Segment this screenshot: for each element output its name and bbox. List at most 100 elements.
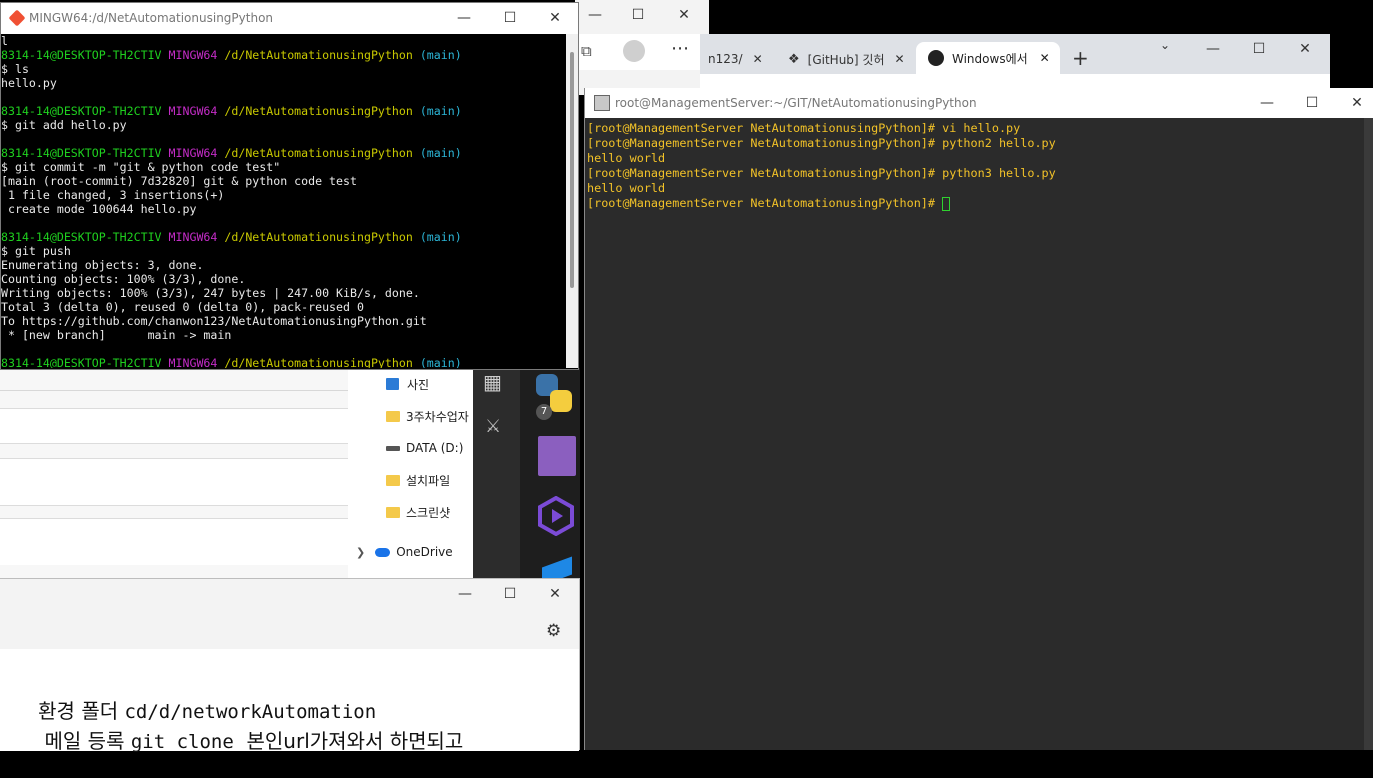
nav-item-folder-week3[interactable]: 3주차수업자 bbox=[348, 402, 473, 430]
nav-item-label: 설치파일 bbox=[406, 473, 451, 488]
terminal-text: 1 file changed, 3 insertions(+) bbox=[1, 188, 225, 202]
gear-icon[interactable]: ⚙ bbox=[546, 621, 561, 641]
terminal-line: $ git push bbox=[1, 244, 566, 258]
terminal-text: /d/NetAutomationusingPython bbox=[224, 104, 420, 118]
terminal-text: [main (root-commit) 7d32820] git & pytho… bbox=[1, 174, 357, 188]
terminal-text: MINGW64 bbox=[168, 356, 225, 368]
nav-item-folder-install[interactable]: 설치파일 bbox=[348, 466, 473, 494]
edge-maximize-button[interactable]: ☐ bbox=[617, 0, 659, 30]
maximize-button[interactable]: ☐ bbox=[487, 579, 533, 609]
terminal-text: MINGW64 bbox=[168, 230, 225, 244]
tab-favicon-icon: ❖ bbox=[788, 51, 800, 67]
more-menu-icon[interactable]: ⋯ bbox=[671, 38, 689, 59]
terminal-line: 8314-14@DESKTOP-TH2CTIV MINGW64 /d/NetAu… bbox=[1, 146, 566, 160]
profile-avatar-icon[interactable] bbox=[623, 40, 645, 62]
terminal-line: To https://github.com/chanwon123/NetAuto… bbox=[1, 314, 566, 328]
nav-item-photos[interactable]: 사진 bbox=[348, 370, 473, 398]
terminal-text: $ git push bbox=[1, 244, 71, 258]
terminal-line: hello world bbox=[587, 181, 1362, 196]
terminal-text: $ git commit -m "git & python code test" bbox=[1, 160, 281, 174]
extension-hexagon-icon[interactable] bbox=[538, 495, 574, 537]
nav-item-drive-d[interactable]: DATA (D:) bbox=[348, 434, 473, 462]
terminal-output[interactable]: [root@ManagementServer NetAutomationusin… bbox=[587, 121, 1362, 741]
git-bash-window: MINGW64:/d/NetAutomationusingPython — ☐ … bbox=[0, 2, 579, 370]
dark-strip bbox=[709, 0, 1373, 34]
putty-window: root@ManagementServer:~/GIT/NetAutomatio… bbox=[584, 88, 1373, 750]
terminal-line: [root@ManagementServer NetAutomationusin… bbox=[587, 166, 1362, 181]
maximize-button[interactable]: ☐ bbox=[487, 3, 533, 33]
testing-flask-icon[interactable]: ⚔ bbox=[485, 416, 509, 440]
terminal-line: 8314-14@DESKTOP-TH2CTIV MINGW64 /d/NetAu… bbox=[1, 230, 566, 244]
nav-item-label: 스크린샷 bbox=[406, 505, 451, 520]
terminal-line: $ git add hello.py bbox=[1, 118, 566, 132]
terminal-text: Writing objects: 100% (3/3), 247 bytes |… bbox=[1, 286, 420, 300]
edge-close-button[interactable]: ✕ bbox=[661, 0, 707, 30]
putty-titlebar[interactable]: root@ManagementServer:~/GIT/NetAutomatio… bbox=[585, 88, 1373, 118]
terminal-line: 1 file changed, 3 insertions(+) bbox=[1, 188, 566, 202]
scrollbar-thumb[interactable] bbox=[570, 52, 574, 288]
git-logo-icon bbox=[8, 9, 26, 27]
chevron-down-icon[interactable]: ⌄ bbox=[1160, 38, 1170, 52]
nav-item-label: DATA (D:) bbox=[406, 441, 464, 455]
terminal-text: MINGW64 bbox=[168, 48, 225, 62]
putty-icon bbox=[594, 95, 610, 111]
extensions-icon[interactable]: ▦ bbox=[483, 370, 507, 394]
note-text: 메일 등록 bbox=[38, 729, 131, 753]
window-title: MINGW64:/d/NetAutomationusingPython bbox=[29, 11, 274, 25]
chrome-close-button[interactable]: ✕ bbox=[1282, 34, 1328, 64]
git-bash-titlebar[interactable]: MINGW64:/d/NetAutomationusingPython — ☐ … bbox=[1, 3, 578, 34]
notes-content: 환경 폴더 cd/d/networkAutomation 메일 등록 git c… bbox=[0, 649, 579, 753]
terminal-text: (main) bbox=[419, 146, 462, 160]
terminal-text: 8314-14@DESKTOP-TH2CTIV bbox=[1, 356, 169, 368]
scrollbar[interactable] bbox=[566, 34, 578, 368]
notes-window: — ☐ ✕ ⚙ 환경 폴더 cd/d/networkAutomation 메일 … bbox=[0, 578, 580, 753]
close-button[interactable]: ✕ bbox=[1334, 88, 1373, 118]
nav-item-folder-screenshots[interactable]: 스크린샷 bbox=[348, 498, 473, 526]
terminal-text: Total 3 (delta 0), reused 0 (delta 0), p… bbox=[1, 300, 364, 314]
terminal-line: l bbox=[1, 34, 566, 48]
terminal-line: * [new branch] main -> main bbox=[1, 328, 566, 342]
divider bbox=[0, 390, 348, 391]
terminal-cursor bbox=[942, 196, 951, 211]
terminal-line: 8314-14@DESKTOP-TH2CTIV MINGW64 /d/NetAu… bbox=[1, 104, 566, 118]
nav-item-label: 3주차수업자 bbox=[406, 409, 469, 424]
chrome-tab-2[interactable]: ❖ [GitHub] 깃허 ✕ bbox=[780, 44, 912, 74]
minimize-button[interactable]: — bbox=[441, 3, 487, 33]
scrollbar[interactable] bbox=[1364, 118, 1373, 750]
vscode-activity-bar: ▦ ⚔ bbox=[473, 368, 520, 580]
chevron-right-icon[interactable]: ❯ bbox=[356, 546, 365, 559]
nav-item-onedrive[interactable]: ❯ OneDrive bbox=[348, 538, 473, 566]
terminal-text: [root@ManagementServer NetAutomationusin… bbox=[587, 166, 943, 180]
chrome-tab-1[interactable]: n123/ ✕ bbox=[700, 44, 772, 74]
photos-icon bbox=[386, 378, 399, 390]
terminal-output[interactable]: l 8314-14@DESKTOP-TH2CTIV MINGW64 /d/NetA… bbox=[1, 34, 566, 368]
close-icon[interactable]: ✕ bbox=[895, 52, 905, 66]
close-icon[interactable]: ✕ bbox=[753, 52, 763, 66]
chrome-tab-3-active[interactable]: Windows에서 ✕ bbox=[916, 42, 1060, 74]
extension-purple-icon[interactable] bbox=[538, 436, 576, 476]
edge-minimize-button[interactable]: — bbox=[575, 0, 615, 30]
close-icon[interactable]: ✕ bbox=[1040, 51, 1050, 65]
minimize-button[interactable]: — bbox=[442, 579, 488, 609]
terminal-text: (main) bbox=[419, 104, 462, 118]
terminal-text: vi hello.py bbox=[942, 121, 1021, 135]
minimize-button[interactable]: — bbox=[1244, 88, 1290, 118]
terminal-line: 8314-14@DESKTOP-TH2CTIV MINGW64 /d/NetAu… bbox=[1, 356, 566, 368]
chrome-maximize-button[interactable]: ☐ bbox=[1236, 34, 1282, 64]
terminal-text: hello.py bbox=[1, 76, 57, 90]
new-tab-button[interactable]: + bbox=[1072, 46, 1089, 70]
github-icon bbox=[928, 50, 944, 66]
terminal-text: $ git add hello.py bbox=[1, 118, 127, 132]
terminal-line: [root@ManagementServer NetAutomationusin… bbox=[587, 196, 1362, 211]
edge-toolbar: ⧉ ⋯ bbox=[575, 34, 709, 70]
maximize-button[interactable]: ☐ bbox=[1289, 88, 1335, 118]
terminal-text: hello world bbox=[587, 151, 666, 165]
collections-icon[interactable]: ⧉ bbox=[581, 42, 599, 60]
close-button[interactable]: ✕ bbox=[532, 579, 578, 609]
close-button[interactable]: ✕ bbox=[532, 3, 578, 33]
terminal-text: 8314-14@DESKTOP-TH2CTIV bbox=[1, 146, 169, 160]
chrome-minimize-button[interactable]: — bbox=[1190, 34, 1236, 64]
